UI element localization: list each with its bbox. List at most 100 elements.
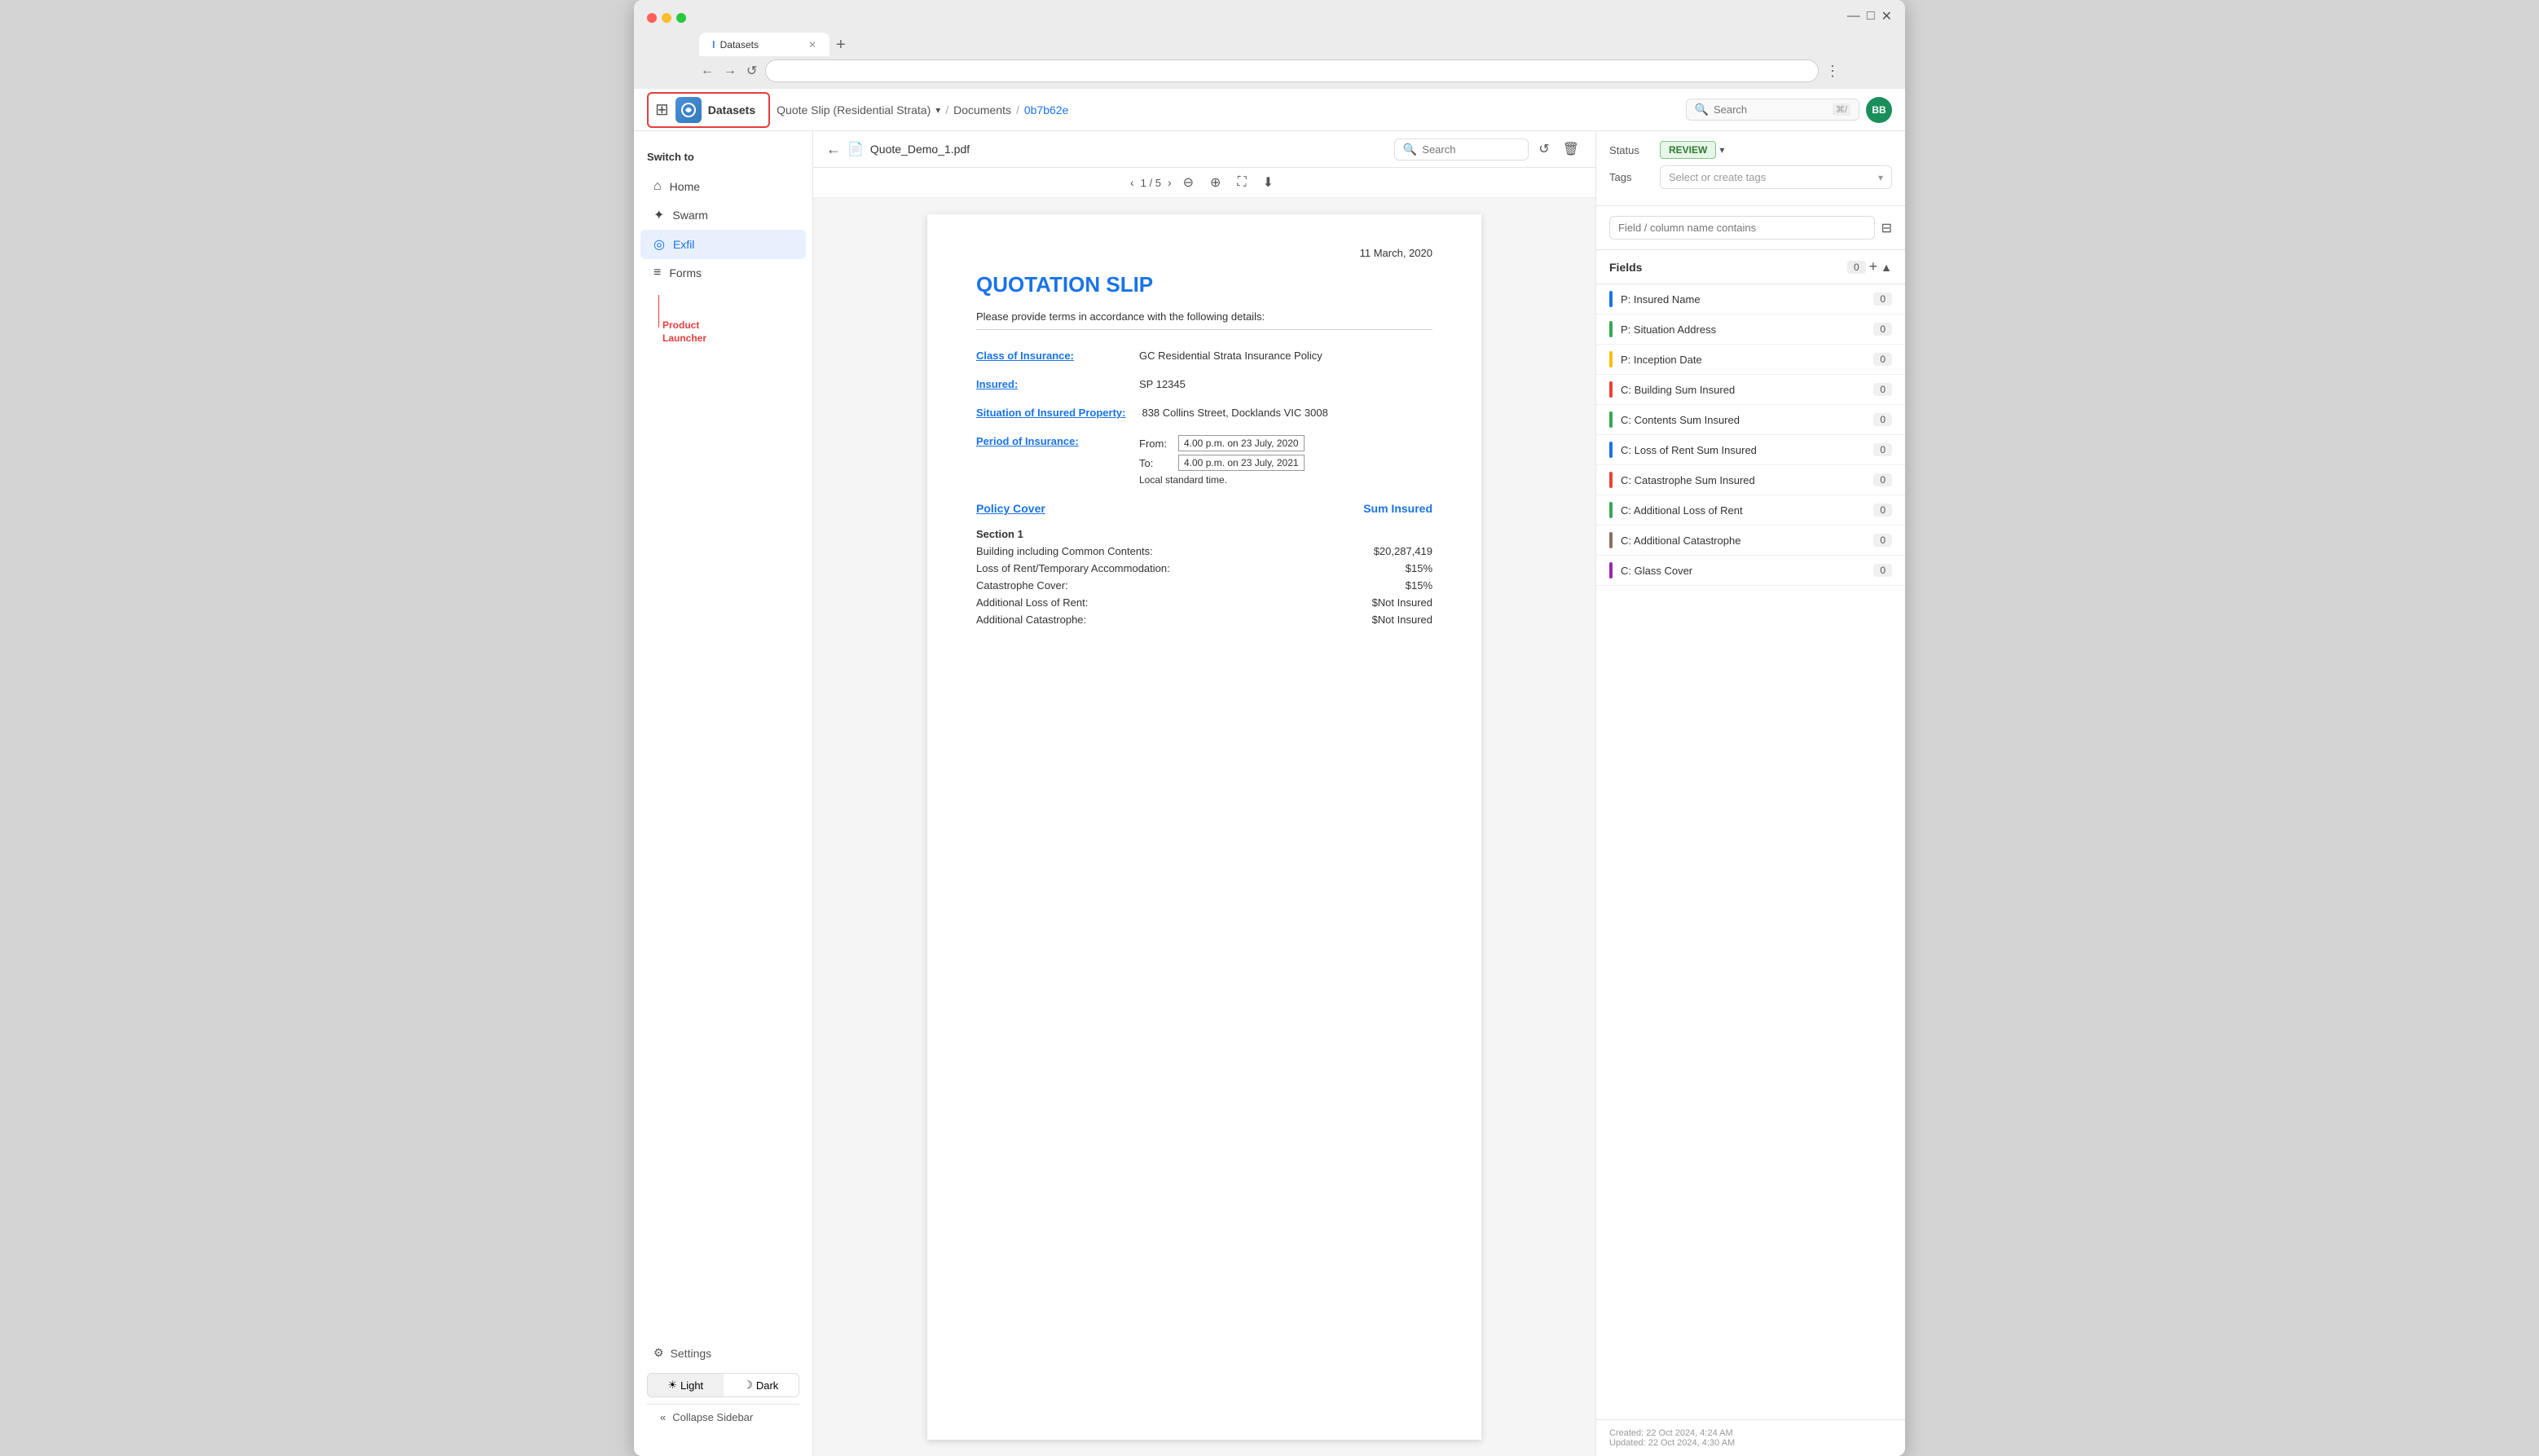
doc-search-icon: 🔍 <box>1403 143 1417 156</box>
field-name: C: Contents Sum Insured <box>1621 414 1865 426</box>
field-count: 0 <box>1873 293 1892 306</box>
doc-back-button[interactable]: ← <box>826 141 841 158</box>
doc-search-input[interactable] <box>1422 143 1520 156</box>
home-icon: ⌂ <box>653 179 662 194</box>
global-search[interactable]: 🔍 ⌘/ <box>1686 99 1860 121</box>
fields-add-button[interactable]: + <box>1866 258 1881 275</box>
pdf-field-period: Period of Insurance: From: 4.00 p.m. on … <box>976 435 1432 486</box>
doc-content: 11 March, 2020 QUOTATION SLIP Please pro… <box>813 198 1595 1456</box>
window-minimize[interactable]: — <box>1847 9 1860 24</box>
forward-button[interactable]: → <box>722 62 738 80</box>
grid-icon[interactable]: ⊞ <box>655 99 669 120</box>
field-color-bar <box>1609 472 1613 488</box>
field-item[interactable]: C: Building Sum Insured 0 <box>1596 375 1905 405</box>
tags-dropdown-arrow: ▾ <box>1878 172 1883 183</box>
field-count: 0 <box>1873 383 1892 396</box>
search-input[interactable] <box>1714 103 1828 116</box>
traffic-lights <box>647 13 686 23</box>
field-item[interactable]: C: Catastrophe Sum Insured 0 <box>1596 465 1905 495</box>
doc-toolbar: ← 📄 Quote_Demo_1.pdf 🔍 ↺ 🗑 <box>813 131 1595 168</box>
minimize-btn[interactable] <box>662 13 671 23</box>
fullscreen-button[interactable]: ⛶ <box>1232 174 1251 191</box>
field-name: C: Loss of Rent Sum Insured <box>1621 444 1865 456</box>
cover-row: Additional Catastrophe:$Not Insured <box>976 614 1432 626</box>
breadcrumb-dropdown[interactable]: ▾ <box>935 104 940 116</box>
maximize-btn[interactable] <box>676 13 686 23</box>
window-close[interactable]: ✕ <box>1881 8 1892 24</box>
collapse-sidebar[interactable]: « Collapse Sidebar <box>647 1404 799 1430</box>
next-page-button[interactable]: › <box>1168 176 1172 189</box>
sidebar-brand[interactable]: ⊞ Datasets <box>647 92 770 128</box>
download-button[interactable]: ⬇ <box>1258 173 1278 192</box>
fields-collapse-button[interactable]: ▲ <box>1881 261 1892 274</box>
dark-theme-button[interactable]: ☽ Dark <box>724 1374 799 1397</box>
tab-logo: I <box>712 38 715 51</box>
settings-item[interactable]: ⚙ Settings <box>647 1339 799 1366</box>
window-restore[interactable]: □ <box>1867 9 1875 24</box>
filter-input[interactable] <box>1609 216 1875 240</box>
field-count: 0 <box>1873 564 1892 577</box>
url-bar[interactable] <box>765 59 1819 82</box>
field-item[interactable]: C: Glass Cover 0 <box>1596 556 1905 586</box>
doc-search[interactable]: 🔍 <box>1394 139 1529 161</box>
current-page: 1 <box>1141 177 1146 189</box>
sidebar-item-exfil[interactable]: ◎ Exfil <box>640 230 806 259</box>
top-navbar: ⊞ Datasets Quote Slip (Residential Strat… <box>634 89 1905 131</box>
sidebar-bottom: ⚙ Settings ☀ Light ☽ Dark <box>634 1326 812 1443</box>
period-note: Local standard time. <box>1139 474 1305 486</box>
field-name: C: Additional Loss of Rent <box>1621 504 1865 517</box>
field-item[interactable]: C: Contents Sum Insured 0 <box>1596 405 1905 435</box>
pdf-page: 11 March, 2020 QUOTATION SLIP Please pro… <box>927 214 1481 1440</box>
close-btn[interactable] <box>647 13 657 23</box>
new-tab-button[interactable]: + <box>829 36 852 55</box>
field-label-period: Period of Insurance: <box>976 435 1123 486</box>
cover-rows: Section 1Building including Common Conte… <box>976 528 1432 626</box>
prev-page-button[interactable]: ‹ <box>1130 176 1134 189</box>
breadcrumb-current: 0b7b62e <box>1024 103 1069 117</box>
field-color-bar <box>1609 351 1613 367</box>
filter-section: ⊟ <box>1596 206 1905 250</box>
settings-label: Settings <box>671 1347 712 1360</box>
field-color-bar <box>1609 532 1613 548</box>
period-values: From: 4.00 p.m. on 23 July, 2020 To: 4.0… <box>1139 435 1305 486</box>
tags-label: Tags <box>1609 171 1650 183</box>
user-avatar[interactable]: BB <box>1866 97 1892 123</box>
created-date: Created: 22 Oct 2024, 4:24 AM <box>1609 1428 1892 1438</box>
period-to-value: 4.00 p.m. on 23 July, 2021 <box>1178 455 1305 471</box>
field-name: P: Inception Date <box>1621 354 1865 366</box>
light-label: Light <box>680 1379 703 1392</box>
browser-more-menu[interactable]: ⋮ <box>1825 63 1840 80</box>
doc-delete-button[interactable]: 🗑 <box>1560 138 1582 161</box>
filter-button[interactable]: ⊟ <box>1881 220 1892 236</box>
sidebar-item-home[interactable]: ⌂ Home <box>640 173 806 200</box>
total-pages: 5 <box>1155 177 1161 189</box>
sidebar-item-forms[interactable]: ≡ Forms <box>640 259 806 287</box>
field-item[interactable]: P: Situation Address 0 <box>1596 315 1905 345</box>
doc-refresh-button[interactable]: ↺ <box>1535 138 1552 161</box>
status-dropdown-button[interactable]: ▾ <box>1719 144 1724 156</box>
light-theme-button[interactable]: ☀ Light <box>648 1374 724 1397</box>
field-count: 0 <box>1873 534 1892 547</box>
field-label-situation: Situation of Insured Property: <box>976 407 1125 419</box>
field-item[interactable]: P: Insured Name 0 <box>1596 284 1905 315</box>
exfil-icon: ◎ <box>653 236 665 253</box>
search-shortcut: ⌘/ <box>1833 103 1850 116</box>
zoom-out-button[interactable]: ⊖ <box>1178 173 1199 192</box>
period-from-label: From: <box>1139 438 1172 450</box>
sidebar: Switch to ⌂ Home ✦ Swarm ◎ Exfil ≡ <box>634 131 813 1456</box>
reload-button[interactable]: ↺ <box>745 61 759 81</box>
sidebar-item-swarm[interactable]: ✦ Swarm <box>640 200 806 230</box>
field-item[interactable]: C: Additional Catastrophe 0 <box>1596 526 1905 556</box>
tab-close[interactable]: ✕ <box>808 39 816 51</box>
field-name: C: Additional Catastrophe <box>1621 534 1865 547</box>
breadcrumb-project: Quote Slip (Residential Strata) <box>777 103 931 117</box>
zoom-in-button[interactable]: ⊕ <box>1205 173 1225 192</box>
pdf-section-header: Policy Cover Sum Insured <box>976 502 1432 518</box>
fields-section: Fields 0 + ▲ P: Insured Name 0 P: Situat… <box>1596 250 1905 1419</box>
field-item[interactable]: P: Inception Date 0 <box>1596 345 1905 375</box>
browser-tab[interactable]: I Datasets ✕ <box>699 33 829 56</box>
field-item[interactable]: C: Additional Loss of Rent 0 <box>1596 495 1905 526</box>
back-button[interactable]: ← <box>699 62 715 80</box>
tags-input[interactable]: Select or create tags ▾ <box>1660 165 1892 189</box>
field-item[interactable]: C: Loss of Rent Sum Insured 0 <box>1596 435 1905 465</box>
